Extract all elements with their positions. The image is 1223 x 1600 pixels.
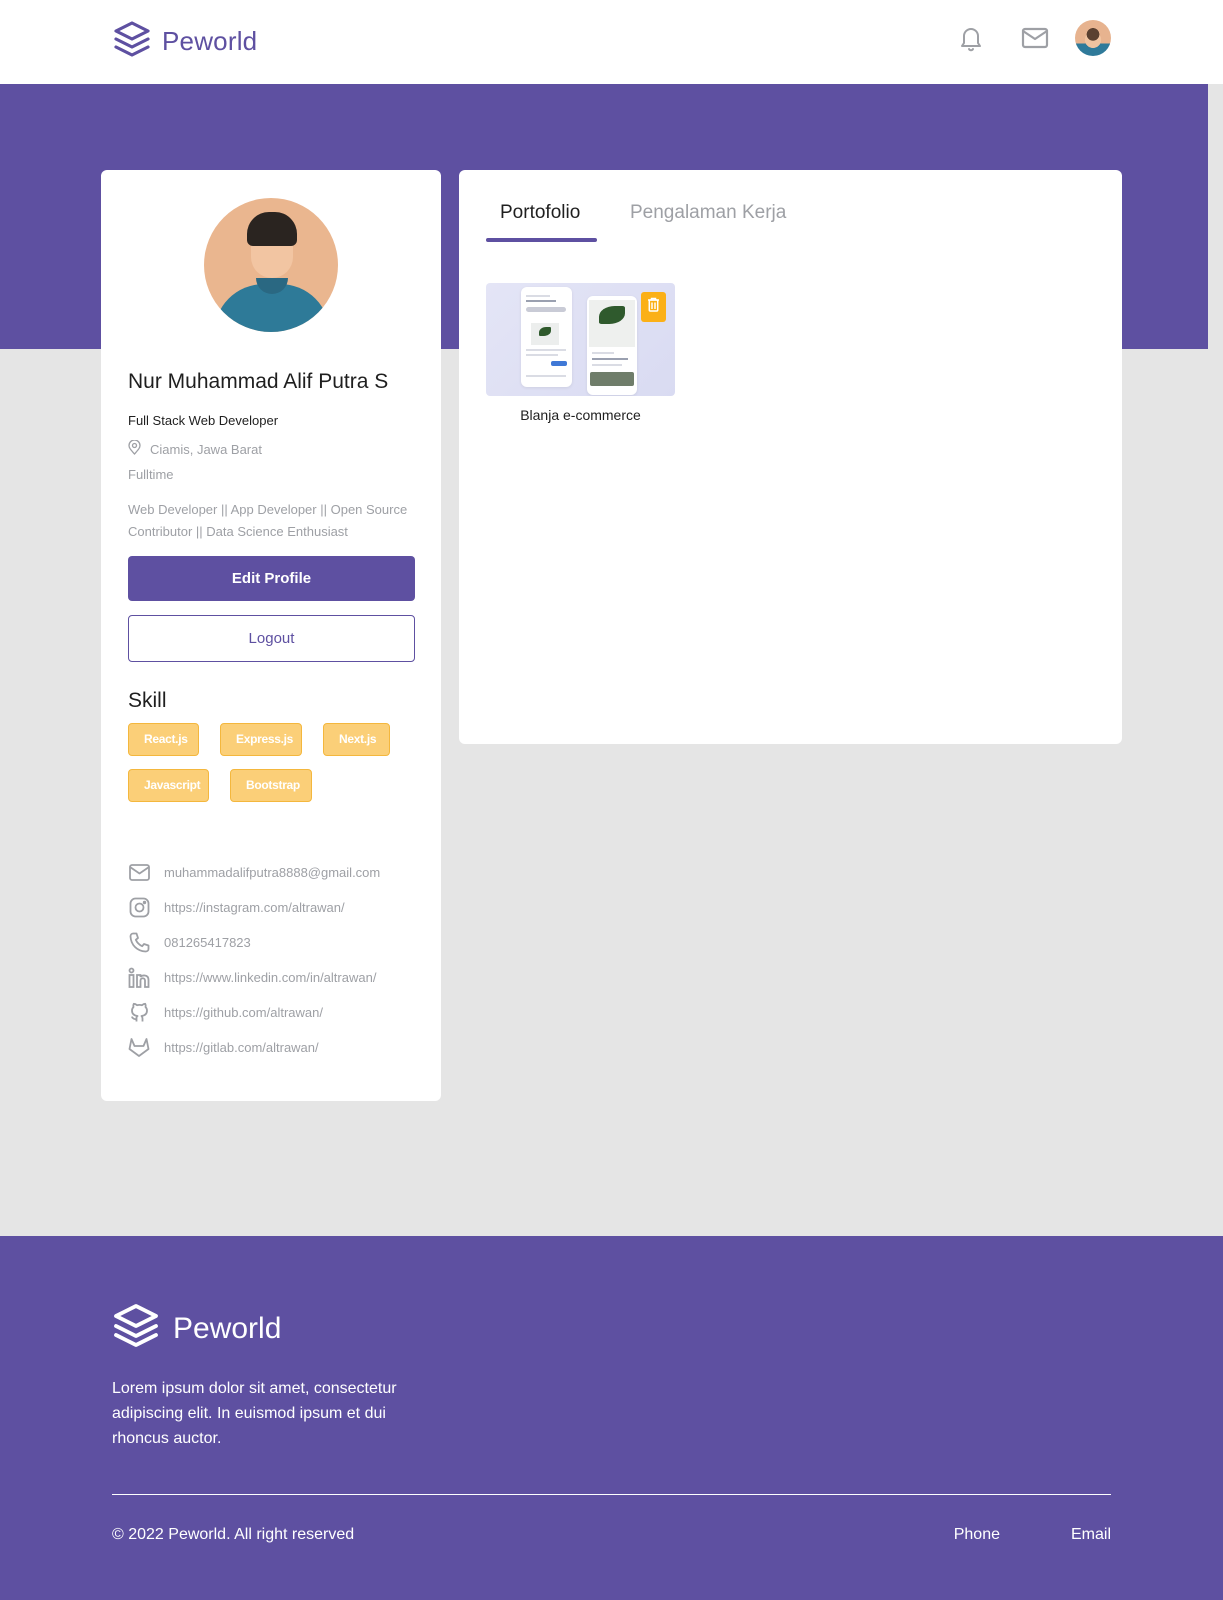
profile-job-type: Fulltime <box>128 467 174 482</box>
brand-logo[interactable]: Peworld <box>112 20 257 63</box>
navbar: Peworld <box>0 0 1223 84</box>
profile-location: Ciamis, Jawa Barat <box>128 439 262 458</box>
scroll-gutter <box>1208 84 1223 349</box>
contact-gitlab[interactable]: https://gitlab.com/altrawan/ <box>128 1035 428 1059</box>
app-mockup-screen <box>521 287 572 387</box>
edit-profile-button[interactable]: Edit Profile <box>128 556 415 601</box>
profile-job-title: Full Stack Web Developer <box>128 413 279 428</box>
profile-location-text: Ciamis, Jawa Barat <box>150 441 262 457</box>
app-mockup-screen <box>587 296 637 395</box>
skill-badge: Javascript <box>128 769 209 802</box>
skill-heading: Skill <box>128 689 167 712</box>
profile-bio: Web Developer || App Developer || Open S… <box>128 502 408 539</box>
footer-link-phone[interactable]: Phone <box>954 1526 1000 1544</box>
contact-linkedin[interactable]: https://www.linkedin.com/in/altrawan/ <box>128 965 428 989</box>
footer-copyright: © 2022 Peworld. All right reserved <box>112 1526 355 1543</box>
mail-icon <box>128 861 150 883</box>
footer-description: Lorem ipsum dolor sit amet, consectetur … <box>112 1380 397 1447</box>
contact-text: https://github.com/altrawan/ <box>164 1004 323 1020</box>
skill-badge: React.js <box>128 723 199 756</box>
contact-text: https://gitlab.com/altrawan/ <box>164 1039 319 1055</box>
footer-link-email[interactable]: Email <box>1071 1526 1111 1544</box>
contact-instagram[interactable]: https://instagram.com/altrawan/ <box>128 895 428 919</box>
layers-logo-icon <box>112 1303 160 1354</box>
tab-portfolio[interactable]: Portofolio <box>500 202 580 224</box>
contact-email[interactable]: muhammadalifputra8888@gmail.com <box>128 860 428 884</box>
contact-text: https://instagram.com/altrawan/ <box>164 899 345 915</box>
brand-name: Peworld <box>162 26 258 56</box>
gitlab-icon <box>128 1036 150 1058</box>
portfolio-title: Blanja e-commerce <box>520 407 641 423</box>
layers-logo-icon <box>112 20 152 63</box>
active-tab-indicator <box>486 238 597 242</box>
logout-button[interactable]: Logout <box>128 615 415 662</box>
portfolio-card: Portofolio Pengalaman Kerja Blanja e-com… <box>459 170 1122 744</box>
profile-card: Nur Muhammad Alif Putra S Full Stack Web… <box>101 170 441 1101</box>
portfolio-thumbnail[interactable] <box>486 283 675 396</box>
profile-name: Nur Muhammad Alif Putra S <box>128 370 389 393</box>
portfolio-item[interactable]: Blanja e-commerce <box>486 283 675 423</box>
contact-text: 081265417823 <box>164 934 251 950</box>
footer-divider <box>112 1494 1111 1495</box>
trash-icon <box>647 297 660 317</box>
footer-links: Phone Email <box>954 1526 1111 1544</box>
contact-text: https://www.linkedin.com/in/altrawan/ <box>164 969 377 985</box>
skill-badge: Next.js <box>323 723 390 756</box>
user-avatar[interactable] <box>1075 20 1111 56</box>
instagram-icon <box>128 896 150 918</box>
contact-github[interactable]: https://github.com/altrawan/ <box>128 1000 428 1024</box>
tab-work-experience[interactable]: Pengalaman Kerja <box>630 202 786 224</box>
phone-icon <box>128 931 150 953</box>
bell-icon[interactable] <box>957 24 985 52</box>
skill-badge: Bootstrap <box>230 769 312 802</box>
nav-actions <box>957 20 1111 56</box>
footer: Peworld Lorem ipsum dolor sit amet, cons… <box>0 1236 1223 1600</box>
contact-phone[interactable]: 081265417823 <box>128 930 428 954</box>
delete-portfolio-button[interactable] <box>641 292 666 322</box>
map-pin-icon <box>128 439 141 458</box>
contact-text: muhammadalifputra8888@gmail.com <box>164 864 381 880</box>
footer-brand-name: Peworld <box>173 1311 282 1345</box>
github-icon <box>128 1001 150 1023</box>
skill-badge: Express.js <box>220 723 302 756</box>
linkedin-icon <box>128 966 150 988</box>
footer-brand: Peworld <box>112 1303 281 1354</box>
mail-icon[interactable] <box>1021 24 1049 52</box>
profile-avatar <box>204 198 338 332</box>
